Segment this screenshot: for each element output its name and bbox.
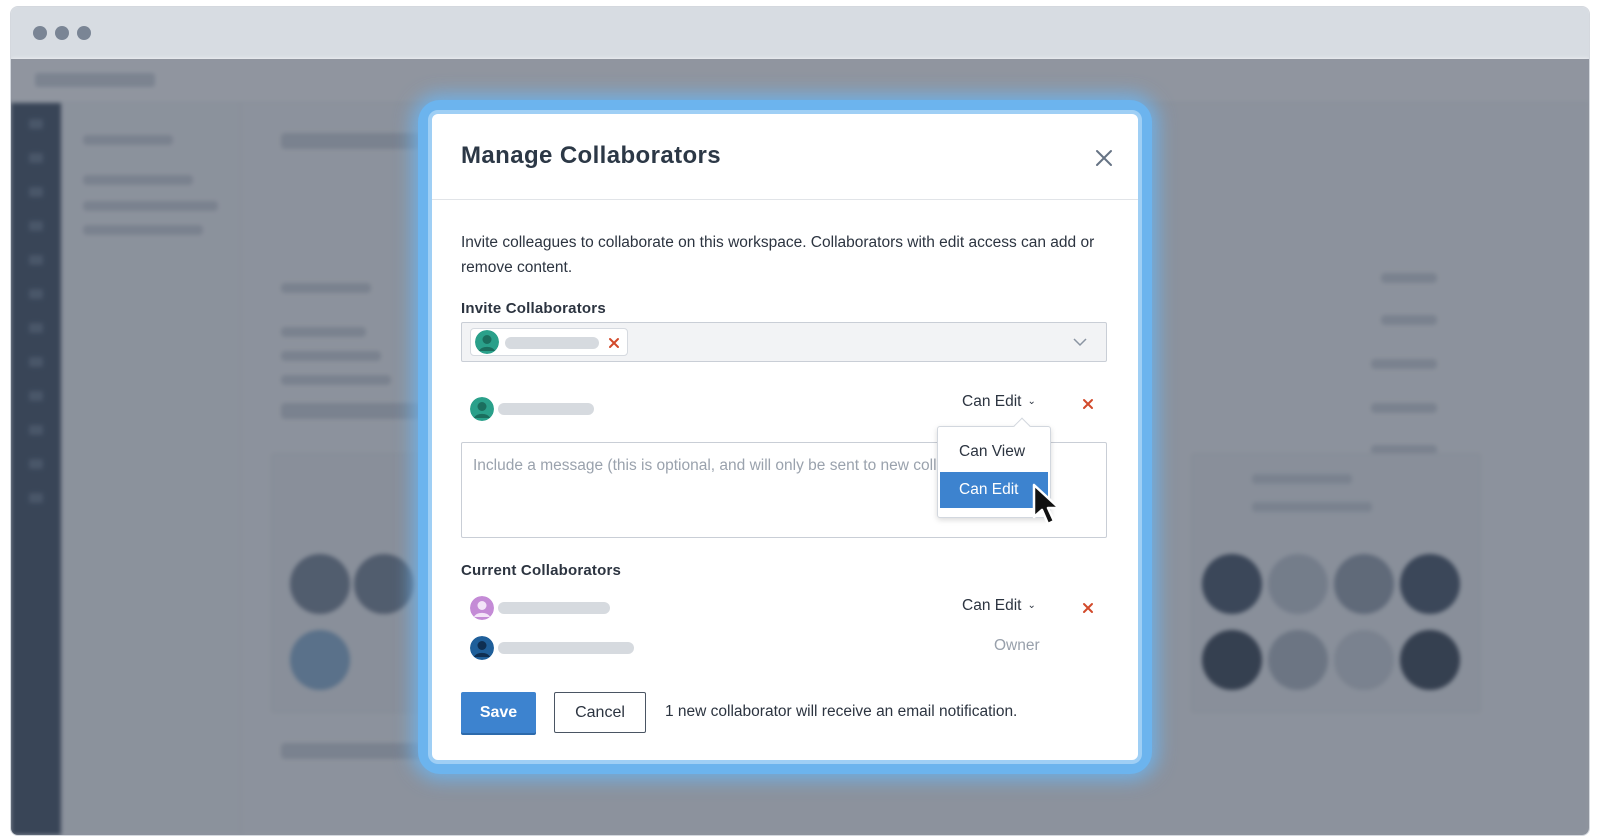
window-control-dot[interactable] xyxy=(55,26,69,40)
chevron-down-icon: ⌄ xyxy=(1027,600,1036,611)
message-placeholder: Include a message (this is optional, and… xyxy=(473,457,943,474)
chevron-down-icon[interactable] xyxy=(1072,334,1088,350)
invite-collaborators-label: Invite Collaborators xyxy=(461,300,606,317)
chevron-down-icon: ⌄ xyxy=(1027,396,1036,407)
invitee-name-placeholder xyxy=(505,337,599,349)
invitee-name-placeholder xyxy=(498,403,594,415)
window-control-dot[interactable] xyxy=(33,26,47,40)
current-collaborators-label: Current Collaborators xyxy=(461,562,622,579)
invitee-permission-dropdown[interactable]: Can Edit ⌄ xyxy=(962,393,1036,411)
window-control-dot[interactable] xyxy=(77,26,91,40)
invite-collaborators-input[interactable] xyxy=(461,322,1107,362)
menu-pointer xyxy=(1013,417,1031,435)
cancel-button[interactable]: Cancel xyxy=(554,692,646,733)
owner-role-label: Owner xyxy=(994,637,1040,654)
collaborator-permission-dropdown[interactable]: Can Edit ⌄ xyxy=(962,597,1036,615)
remove-invitee-x-icon[interactable] xyxy=(1080,396,1096,412)
menu-option-can-view[interactable]: Can View xyxy=(940,434,1048,470)
title-bar xyxy=(11,7,1589,59)
user-avatar-icon xyxy=(470,596,494,620)
dialog-header: Manage Collaborators xyxy=(432,114,1138,200)
invitee-chip xyxy=(470,328,628,356)
remove-collaborator-x-icon[interactable] xyxy=(1080,600,1096,616)
user-avatar-icon xyxy=(475,330,499,354)
user-avatar-icon xyxy=(470,397,494,421)
remove-invitee-x-icon[interactable] xyxy=(606,335,622,351)
mouse-pointer-icon xyxy=(1032,483,1061,526)
user-avatar-icon xyxy=(470,636,494,660)
collaborator-name-placeholder xyxy=(498,602,610,614)
collaborator-name-placeholder xyxy=(498,642,634,654)
notification-message: 1 new collaborator will receive an email… xyxy=(665,703,1018,720)
dialog-description: Invite colleagues to collaborate on this… xyxy=(461,234,1095,276)
close-icon[interactable] xyxy=(1092,146,1116,170)
manage-collaborators-dialog: Manage Collaborators Invite colleagues t… xyxy=(428,110,1142,764)
save-button[interactable]: Save xyxy=(461,692,536,733)
permission-label: Can Edit xyxy=(962,393,1022,410)
dialog-title: Manage Collaborators xyxy=(461,142,722,169)
permission-label: Can Edit xyxy=(962,597,1022,614)
